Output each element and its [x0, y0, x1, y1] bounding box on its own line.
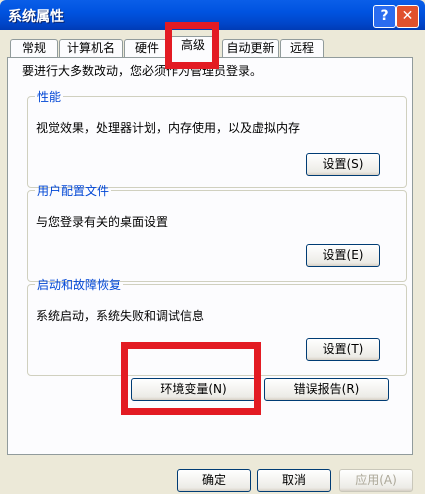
ok-button[interactable]: 确定: [177, 469, 251, 492]
group-title-performance: 性能: [37, 90, 62, 104]
startup-recovery-description: 系统启动，系统失败和调试信息: [36, 309, 205, 323]
tab-computer-name[interactable]: 计算机名: [59, 39, 123, 57]
admin-instruction: 要进行大多数改动，您必须作为管理员登录。: [22, 64, 263, 78]
tab-hardware[interactable]: 硬件: [124, 39, 170, 57]
highlight-box-environment-variables: [121, 342, 261, 415]
performance-settings-button[interactable]: 设置(S): [306, 153, 380, 176]
close-button[interactable]: ✕: [396, 5, 419, 28]
group-title-startup-recovery: 启动和故障恢复: [37, 278, 122, 292]
window-title: 系统属性: [8, 9, 64, 25]
apply-button[interactable]: 应用(A): [339, 469, 413, 492]
cancel-button[interactable]: 取消: [257, 469, 331, 492]
tab-automatic-updates[interactable]: 自动更新: [222, 39, 279, 57]
group-title-user-profiles: 用户配置文件: [37, 184, 110, 198]
group-user-profiles: 用户配置文件 与您登录有关的桌面设置 设置(E): [27, 182, 407, 282]
user-profiles-settings-button[interactable]: 设置(E): [306, 244, 380, 267]
user-profiles-description: 与您登录有关的桌面设置: [36, 215, 169, 229]
tab-remote[interactable]: 远程: [280, 39, 324, 57]
system-properties-window: 系统属性 ? ✕ 常规 计算机名 硬件 高级 自动更新 远程 要进行大多数改动，…: [0, 0, 425, 494]
startup-recovery-settings-button[interactable]: 设置(T): [306, 338, 380, 361]
help-button[interactable]: ?: [373, 5, 396, 28]
highlight-box-advanced-tab: [165, 22, 219, 69]
performance-description: 视觉效果，处理器计划，内存使用，以及虚拟内存: [36, 121, 301, 135]
group-performance: 性能 视觉效果，处理器计划，内存使用，以及虚拟内存 设置(S): [27, 88, 407, 188]
error-reporting-button[interactable]: 错误报告(R): [264, 378, 389, 401]
tab-general[interactable]: 常规: [10, 39, 58, 57]
